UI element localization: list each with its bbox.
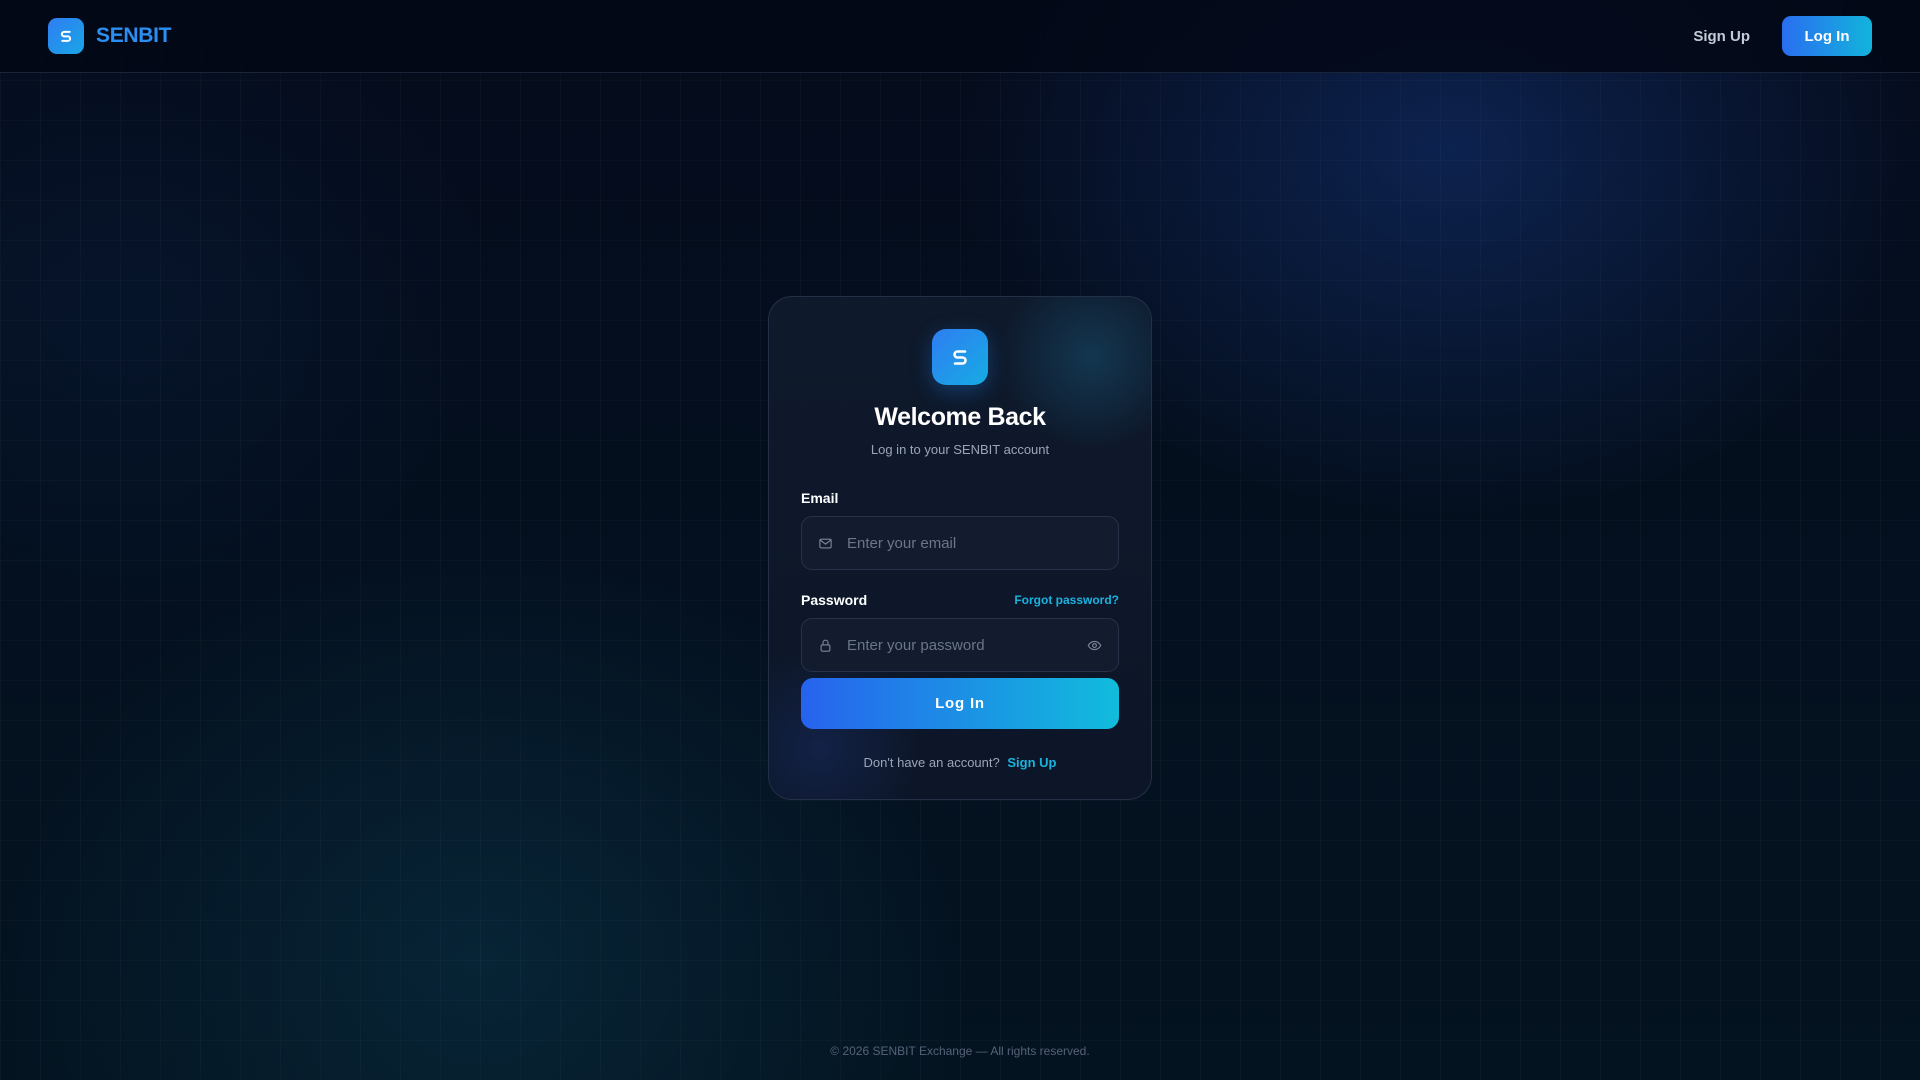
brand-name: SENBIT [96,24,172,47]
login-submit-button[interactable]: Log In [801,678,1119,729]
s-logo-icon [932,329,988,385]
nav-login-button[interactable]: Log In [1782,16,1872,56]
brand[interactable]: SENBIT [48,18,172,54]
password-input[interactable] [847,636,1087,654]
s-logo-icon [48,18,84,54]
nav-actions: Sign Up Log In [1693,16,1872,56]
login-card: Welcome Back Log in to your SENBIT accou… [768,296,1152,800]
email-label: Email [801,490,839,506]
page-title: Welcome Back [874,403,1046,431]
email-field-wrapper[interactable] [801,516,1119,570]
password-field-wrapper[interactable] [801,618,1119,672]
top-nav: SENBIT Sign Up Log In [0,0,1920,73]
eye-icon [1087,640,1102,650]
email-input[interactable] [847,534,1102,552]
email-label-row: Email [801,490,1119,506]
mail-icon [819,538,832,548]
forgot-password-link[interactable]: Forgot password? [1014,593,1119,607]
nav-signup-button[interactable]: Sign Up [1693,28,1750,45]
signup-link[interactable]: Sign Up [1007,755,1056,770]
page-subtitle: Log in to your SENBIT account [870,442,1050,457]
signup-prompt-row: Don't have an account? Sign Up [801,755,1119,770]
password-label-row: Password Forgot password? [801,592,1119,608]
password-label: Password [801,592,868,608]
toggle-password-visibility[interactable] [1087,638,1102,653]
lock-icon [820,639,831,652]
signup-prompt-text: Don't have an account? [863,755,1000,770]
footer-copyright: © 2026 SENBIT Exchange — All rights rese… [830,1044,1090,1058]
